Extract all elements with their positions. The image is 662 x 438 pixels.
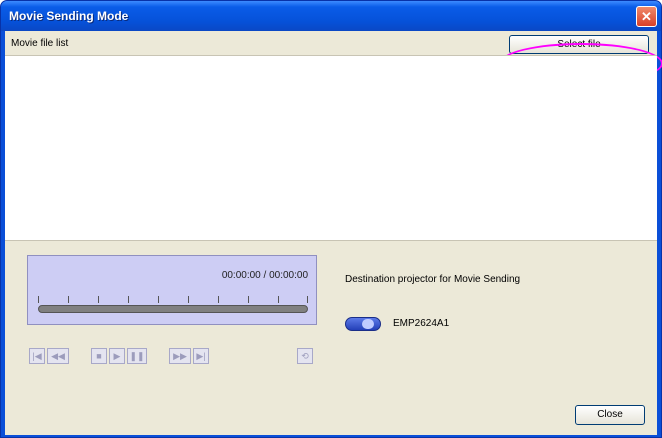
player-panel: 00:00:00 / 00:00:00 (27, 255, 317, 325)
repeat-icon[interactable]: ⟲ (297, 348, 313, 364)
window-title: Movie Sending Mode (9, 9, 129, 23)
destination-label: Destination projector for Movie Sending (345, 274, 521, 285)
seek-tick (218, 296, 219, 303)
skip-start-icon[interactable]: |◀ (29, 348, 45, 364)
dialog-client: Movie file list Select file 00:00:00 / 0… (5, 31, 662, 435)
seek-tick (98, 296, 99, 303)
fast-forward-icon[interactable]: ▶▶ (169, 348, 191, 364)
skip-end-icon[interactable]: ▶| (193, 348, 209, 364)
movie-file-list[interactable] (5, 55, 657, 241)
projector-name: EMP2624A1 (393, 318, 450, 329)
projector-toggle-knob (362, 319, 374, 329)
movie-sending-window: Movie Sending Mode ✕ Movie file list Sel… (0, 0, 662, 438)
seek-tick (128, 296, 129, 303)
timecode-display: 00:00:00 / 00:00:00 (221, 270, 308, 281)
projector-toggle[interactable] (345, 317, 381, 331)
seek-tick (278, 296, 279, 303)
rewind-icon[interactable]: ◀◀ (47, 348, 69, 364)
close-button[interactable]: Close (575, 405, 645, 425)
seek-tick (188, 296, 189, 303)
title-bar[interactable]: Movie Sending Mode ✕ (1, 1, 661, 31)
pause-icon[interactable]: ❚❚ (127, 348, 147, 364)
play-icon[interactable]: ▶ (109, 348, 125, 364)
seek-tick (158, 296, 159, 303)
close-icon[interactable]: ✕ (636, 6, 657, 27)
seek-tick (38, 296, 39, 303)
seek-tick (248, 296, 249, 303)
stop-icon[interactable]: ■ (91, 348, 107, 364)
movie-list-label: Movie file list (11, 38, 69, 49)
seek-tick (68, 296, 69, 303)
seek-slider[interactable] (38, 305, 308, 313)
seek-tick (307, 296, 308, 303)
